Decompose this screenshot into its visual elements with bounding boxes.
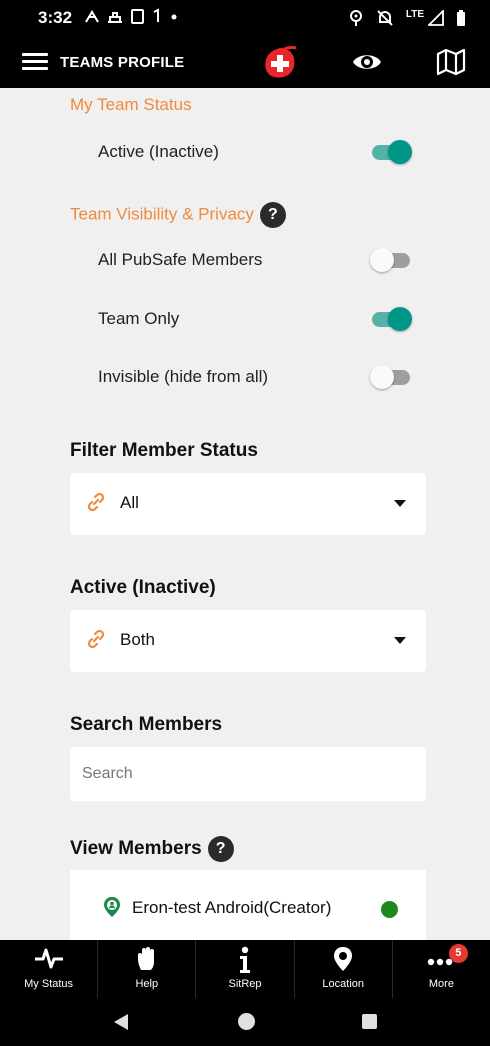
member-name: Eron-test Android(Creator) [132,898,332,917]
team-only-toggle[interactable] [370,306,412,332]
link-icon [87,492,105,512]
status-bar: 3:32 LTE [0,0,490,36]
invisible-label: Invisible (hide from all) [98,367,269,386]
bottom-nav: My Status Help SitRep Location 5 More [0,940,490,998]
search-input[interactable] [70,747,426,801]
chevron-down-icon [394,500,406,507]
app-bar: TEAMS PROFILE [0,36,490,88]
invisible-toggle[interactable] [370,364,412,390]
notification-icons [84,8,180,28]
filter-member-status-heading: Filter Member Status [70,440,258,461]
view-members-heading: View Members? [70,836,234,862]
member-status-dot [381,901,398,918]
visibility-privacy-title: Team Visibility & Privacy? [70,202,286,228]
system-nav-bar [0,998,490,1046]
nav-help[interactable]: Help [98,940,197,998]
network-type-label: LTE [405,8,424,20]
clock-time: 3:32 [38,8,73,27]
member-location-icon [104,897,120,917]
info-icon [240,946,250,973]
chevron-down-icon [394,637,406,644]
active-inactive-value: Both [120,630,155,649]
page-title: TEAMS PROFILE [60,54,185,71]
logo-icon[interactable] [262,46,298,80]
nav-label: More [428,978,454,990]
visibility-help-icon[interactable]: ? [259,202,286,228]
list-item[interactable]: Eron-test Android(Creator) [70,870,426,940]
visibility-privacy-label: Team Visibility & Privacy [70,204,254,224]
mute-icon [377,10,393,26]
search-members-heading: Search Members [70,714,223,735]
link-icon [87,629,105,649]
battery-icon [457,10,465,26]
filter-member-status-dropdown[interactable]: All [70,473,426,535]
team-only-label: Team Only [98,309,180,328]
view-members-label: View Members [70,838,202,860]
back-icon[interactable] [114,1014,128,1030]
nav-sitrep[interactable]: SitRep [196,940,295,998]
filter-member-status-value: All [120,493,139,512]
hand-icon [137,947,154,970]
eye-icon[interactable] [351,50,383,74]
all-pubsafe-label: All PubSafe Members [98,250,263,269]
my-team-status-title: My Team Status [70,95,192,114]
active-inactive-label: Active (Inactive) [98,142,219,161]
signal-icon [428,10,444,26]
nav-my-status[interactable]: My Status [0,940,99,998]
location-pin-icon [334,947,353,971]
all-pubsafe-toggle[interactable] [370,247,412,273]
active-inactive-toggle[interactable] [370,139,412,165]
notification-badge: 5 [448,944,468,963]
nav-label: My Status [24,978,74,990]
pulse-icon [34,948,63,969]
main-content[interactable]: My Team Status Active (Inactive) Team Vi… [0,88,490,940]
recent-apps-icon[interactable] [362,1014,377,1029]
active-inactive-dropdown[interactable]: Both [70,610,426,672]
active-inactive-heading: Active (Inactive) [70,577,216,598]
view-members-help-icon[interactable]: ? [207,836,234,862]
nav-more[interactable]: 5 More [393,940,490,998]
nav-label: Location [322,978,364,990]
nav-label: SitRep [228,978,262,990]
home-icon[interactable] [238,1013,255,1030]
map-icon[interactable] [436,48,466,76]
nav-label: Help [135,978,159,990]
menu-icon[interactable] [22,53,48,71]
search-box[interactable] [70,747,426,801]
nav-location[interactable]: Location [295,940,393,998]
location-status-icon [349,10,362,26]
